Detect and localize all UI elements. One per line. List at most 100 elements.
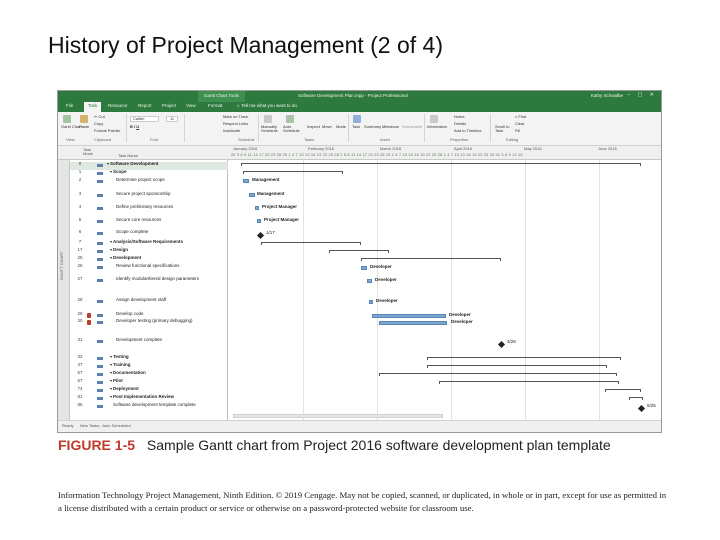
paste-button[interactable]: Paste: [79, 124, 89, 129]
warning-icon[interactable]: [87, 313, 91, 318]
copy-button[interactable]: Copy: [94, 121, 103, 126]
manually-schedule-button[interactable]: Manually Schedule: [261, 124, 281, 134]
milestone-button[interactable]: Milestone: [382, 124, 399, 129]
summary-bar[interactable]: [361, 258, 501, 261]
task-name[interactable]: Assign development staff: [116, 297, 166, 303]
tab-file[interactable]: File: [66, 103, 73, 109]
table-row[interactable]: 30 Developer testing (primary debugging): [70, 318, 228, 327]
summary-bar[interactable]: [427, 357, 621, 360]
milestone-marker[interactable]: [256, 231, 265, 240]
mark-on-track-button[interactable]: Mark on Track: [223, 114, 248, 119]
task-name[interactable]: Define preliminary resources: [116, 204, 173, 210]
task-name[interactable]: Secure project sponsorship: [116, 191, 171, 197]
summary-bar[interactable]: [241, 163, 641, 166]
task-name[interactable]: Post Implementation Review: [113, 394, 174, 400]
task-bar[interactable]: [379, 321, 447, 325]
table-row[interactable]: 57 ▾ Documentation: [70, 370, 228, 379]
table-row[interactable]: 6 Scope complete: [70, 229, 228, 238]
summary-bar[interactable]: [439, 381, 619, 384]
horizontal-scrollbar[interactable]: [233, 414, 443, 418]
summary-button[interactable]: Summary: [364, 124, 381, 129]
auto-schedule-button[interactable]: Auto Schedule: [283, 124, 303, 134]
notes-button[interactable]: Notes: [454, 114, 464, 119]
table-row[interactable]: 3 Secure project sponsorship: [70, 191, 228, 200]
task-name[interactable]: Developer testing (primary debugging): [116, 318, 193, 324]
table-row[interactable]: 5 Secure core resources: [70, 217, 228, 226]
user-name[interactable]: Kathy Schwalbe: [591, 93, 623, 99]
status-new-tasks[interactable]: New Tasks : Auto Scheduled: [80, 423, 131, 428]
task-name[interactable]: Design: [113, 247, 128, 253]
window-controls-icon[interactable]: – ▢ ✕: [628, 92, 657, 99]
column-task-mode[interactable]: Task Mode: [83, 147, 97, 157]
summary-bar[interactable]: [605, 389, 641, 392]
tab-format[interactable]: Format: [208, 103, 222, 109]
tab-resource[interactable]: Resource: [108, 103, 127, 109]
details-button[interactable]: Details: [454, 121, 466, 126]
table-row[interactable]: 32 ▾ Testing: [70, 354, 228, 363]
respect-links-button[interactable]: Respect Links: [223, 121, 248, 126]
task-name[interactable]: Identify modular/tiered design parameter…: [116, 276, 199, 282]
column-task-name[interactable]: Task Name: [118, 153, 138, 158]
task-name[interactable]: Pilot: [113, 378, 123, 384]
collapse-caret-icon[interactable]: ▾: [110, 247, 112, 252]
information-button[interactable]: Information: [427, 124, 447, 129]
table-row[interactable]: 7 ▾ Analysis/Software Requirements: [70, 239, 228, 248]
table-row[interactable]: 17 ▾ Design: [70, 247, 228, 256]
collapse-caret-icon[interactable]: ▾: [110, 354, 112, 359]
collapse-caret-icon[interactable]: ▾: [110, 239, 112, 244]
collapse-caret-icon[interactable]: ▾: [110, 378, 112, 383]
task-name[interactable]: Review functional specifications: [116, 263, 180, 269]
task-name[interactable]: Determine project scope: [116, 177, 165, 183]
task-bar[interactable]: [367, 279, 372, 283]
table-row[interactable]: 47 ▾ Training: [70, 362, 228, 371]
tab-task[interactable]: Task: [84, 102, 102, 112]
collapse-caret-icon[interactable]: ▾: [110, 394, 112, 399]
summary-bar[interactable]: [261, 242, 361, 245]
summary-bar[interactable]: [243, 171, 343, 174]
collapse-caret-icon[interactable]: ▾: [110, 362, 112, 367]
mode-button[interactable]: Mode: [336, 124, 346, 129]
fill-button[interactable]: Fill: [515, 128, 520, 133]
task-name[interactable]: Testing: [113, 354, 129, 360]
task-bar[interactable]: [257, 219, 261, 223]
tab-view[interactable]: View: [186, 103, 196, 109]
collapse-caret-icon[interactable]: ▾: [110, 169, 112, 174]
summary-bar[interactable]: [329, 250, 389, 253]
task-bar[interactable]: [243, 179, 249, 183]
clear-button[interactable]: Clear: [515, 121, 525, 126]
summary-bar[interactable]: [629, 397, 643, 400]
task-bar[interactable]: [369, 300, 373, 304]
move-button[interactable]: Move: [322, 124, 332, 129]
collapse-caret-icon[interactable]: ▾: [110, 386, 112, 391]
table-row[interactable]: 4 Define preliminary resources: [70, 204, 228, 213]
table-row[interactable]: 26 Review functional specifications: [70, 263, 228, 272]
view-bar[interactable]: GANTT CHART: [58, 160, 70, 422]
task-bar[interactable]: [255, 206, 259, 210]
task-name[interactable]: Software development template complete: [113, 402, 196, 408]
inspect-button[interactable]: Inspect: [307, 124, 320, 129]
task-name[interactable]: Scope complete: [116, 229, 148, 235]
font-size-select[interactable]: 11: [166, 116, 179, 123]
scroll-to-task-button[interactable]: Scroll to Task: [495, 124, 511, 134]
warning-icon[interactable]: [87, 320, 91, 325]
task-bar[interactable]: [372, 314, 446, 318]
collapse-caret-icon[interactable]: ▾: [107, 161, 109, 166]
table-row[interactable]: 27 Identify modular/tiered design paramet…: [70, 276, 228, 285]
add-to-timeline-button[interactable]: Add to Timeline: [454, 128, 482, 133]
tab-report[interactable]: Report: [138, 103, 152, 109]
task-name[interactable]: Development complete: [116, 337, 162, 343]
task-name[interactable]: Secure core resources: [116, 217, 161, 223]
format-painter-button[interactable]: Format Painter: [94, 128, 120, 133]
task-name[interactable]: Software Development: [110, 161, 159, 167]
table-row[interactable]: 0 ▾ Software Development: [70, 161, 228, 170]
task-name[interactable]: Development: [113, 255, 141, 261]
task-bar[interactable]: [249, 193, 255, 197]
task-name[interactable]: Deployment: [113, 386, 139, 392]
task-bar[interactable]: [361, 266, 367, 270]
font-name-select[interactable]: Calibri: [130, 116, 160, 123]
milestone-marker[interactable]: [497, 340, 506, 349]
task-name[interactable]: Analysis/Software Requirements: [113, 239, 183, 245]
table-row[interactable]: 86 Software development template complete: [70, 402, 228, 411]
task-name[interactable]: Documentation: [113, 370, 146, 376]
task-name[interactable]: Training: [113, 362, 131, 368]
